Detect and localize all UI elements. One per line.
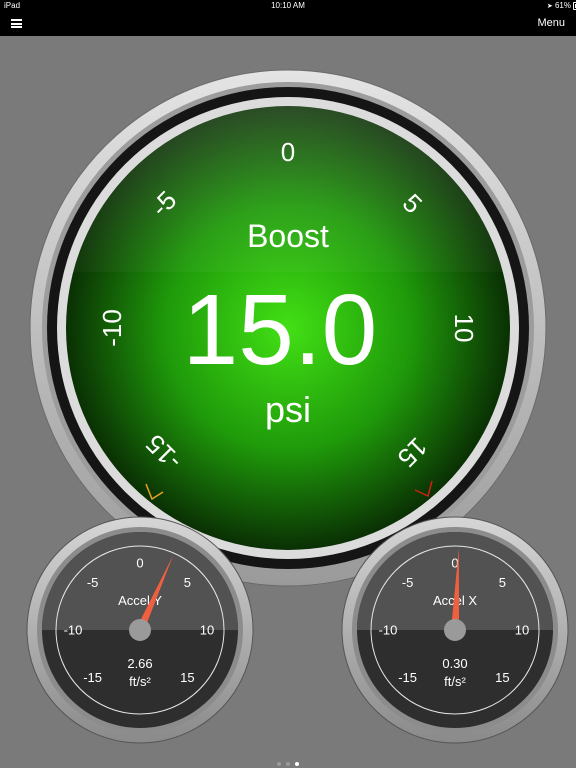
tick-label: -15 — [398, 670, 417, 685]
menu-button[interactable]: Menu — [537, 17, 565, 29]
tick-label: 10 — [200, 623, 214, 638]
boost-gauge: Boost 15.0 psi -15-10-5051015 — [29, 69, 547, 587]
tick-label: 0 — [136, 556, 143, 571]
status-bar: iPad 10:10 AM ➤ 61% — [0, 0, 576, 12]
boost-title: Boost — [247, 218, 329, 254]
accel-y-hub — [129, 619, 151, 641]
accel-y-value: 2.66 — [127, 656, 152, 671]
page-dot[interactable] — [286, 762, 290, 766]
tick-label: 15 — [495, 670, 509, 685]
boost-unit: psi — [265, 389, 311, 430]
battery-status: ➤ 61% — [546, 1, 576, 10]
tick-label: 5 — [499, 575, 506, 590]
boost-tick-label: 0 — [281, 137, 295, 167]
tick-label: -10 — [379, 623, 398, 638]
location-icon: ➤ — [546, 3, 553, 10]
page-indicator[interactable] — [0, 760, 576, 768]
tick-label: -15 — [83, 670, 102, 685]
gauge-panel: Boost 15.0 psi -15 -10 -5 0 5 10 15 -15 -10 -5 0 5… — [26, 69, 569, 744]
tick-label: 5 — [184, 575, 191, 590]
tick-label: 15 — [180, 670, 194, 685]
boost-tick-label: 10 — [449, 314, 479, 343]
clock: 10:10 AM — [271, 1, 305, 10]
nav-bar: Menu — [0, 12, 576, 36]
accel-x-gauge: -15-10-5051015 Accel X 0.30 ft/s² — [341, 516, 569, 744]
boost-value: 15.0 — [183, 274, 378, 386]
tick-label: -5 — [87, 575, 99, 590]
tick-label: -10 — [64, 623, 83, 638]
battery-percent: 61% — [554, 1, 571, 10]
accel-y-gauge: -15-10-5051015 Accel Y 2.66 ft/s² — [26, 516, 254, 744]
tick-label: 10 — [515, 623, 529, 638]
accel-x-unit: ft/s² — [444, 674, 466, 689]
hamburger-menu-icon[interactable] — [11, 19, 22, 28]
accel-x-value: 0.30 — [442, 656, 467, 671]
boost-tick-label: -10 — [97, 309, 127, 347]
accel-y-unit: ft/s² — [129, 674, 151, 689]
page-dot[interactable] — [295, 762, 299, 766]
page-dot[interactable] — [277, 762, 281, 766]
tick-label: -5 — [402, 575, 414, 590]
accel-x-hub — [444, 619, 466, 641]
